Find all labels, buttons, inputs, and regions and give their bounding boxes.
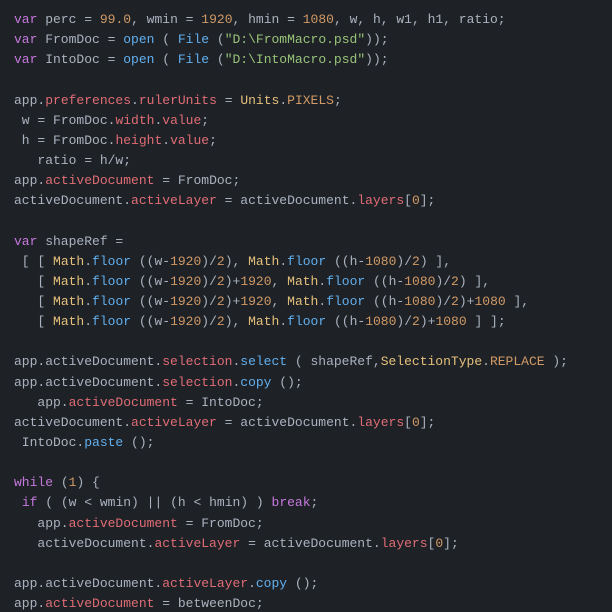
code-line: if ( (w < wmin) || (h < hmin) ) break; <box>14 493 598 513</box>
code-line: app.preferences.rulerUnits = Units.PIXEL… <box>14 91 598 111</box>
code-line: ratio = h/w; <box>14 151 598 171</box>
code-line: app.activeDocument = FromDoc; <box>14 514 598 534</box>
code-line: app.activeDocument = betweenDoc; <box>14 594 598 612</box>
code-line <box>14 554 598 574</box>
code-line: app.activeDocument = FromDoc; <box>14 171 598 191</box>
code-line: var shapeRef = <box>14 232 598 252</box>
code-line: activeDocument.activeLayer = activeDocum… <box>14 534 598 554</box>
code-line: [ Math.floor ((w-1920)/2), Math.floor ((… <box>14 312 598 332</box>
code-line: while (1) { <box>14 473 598 493</box>
code-line: activeDocument.activeLayer = activeDocum… <box>14 191 598 211</box>
code-line: [ Math.floor ((w-1920)/2)+1920, Math.flo… <box>14 272 598 292</box>
code-line: [ Math.floor ((w-1920)/2)+1920, Math.flo… <box>14 292 598 312</box>
code-line: activeDocument.activeLayer = activeDocum… <box>14 413 598 433</box>
code-line <box>14 453 598 473</box>
code-line <box>14 211 598 231</box>
code-line: app.activeDocument.selection.copy (); <box>14 373 598 393</box>
code-line: [ [ Math.floor ((w-1920)/2), Math.floor … <box>14 252 598 272</box>
code-line: var IntoDoc = open ( File ("D:\IntoMacro… <box>14 50 598 70</box>
code-line: IntoDoc.paste (); <box>14 433 598 453</box>
code-line: var perc = 99.0, wmin = 1920, hmin = 108… <box>14 10 598 30</box>
code-editor: var perc = 99.0, wmin = 1920, hmin = 108… <box>0 0 612 612</box>
code-line <box>14 332 598 352</box>
code-line: app.activeDocument.selection.select ( sh… <box>14 352 598 372</box>
code-line: var FromDoc = open ( File ("D:\FromMacro… <box>14 30 598 50</box>
code-line: app.activeDocument = IntoDoc; <box>14 393 598 413</box>
code-line <box>14 70 598 90</box>
code-line: app.activeDocument.activeLayer.copy (); <box>14 574 598 594</box>
code-line: h = FromDoc.height.value; <box>14 131 598 151</box>
code-line: w = FromDoc.width.value; <box>14 111 598 131</box>
